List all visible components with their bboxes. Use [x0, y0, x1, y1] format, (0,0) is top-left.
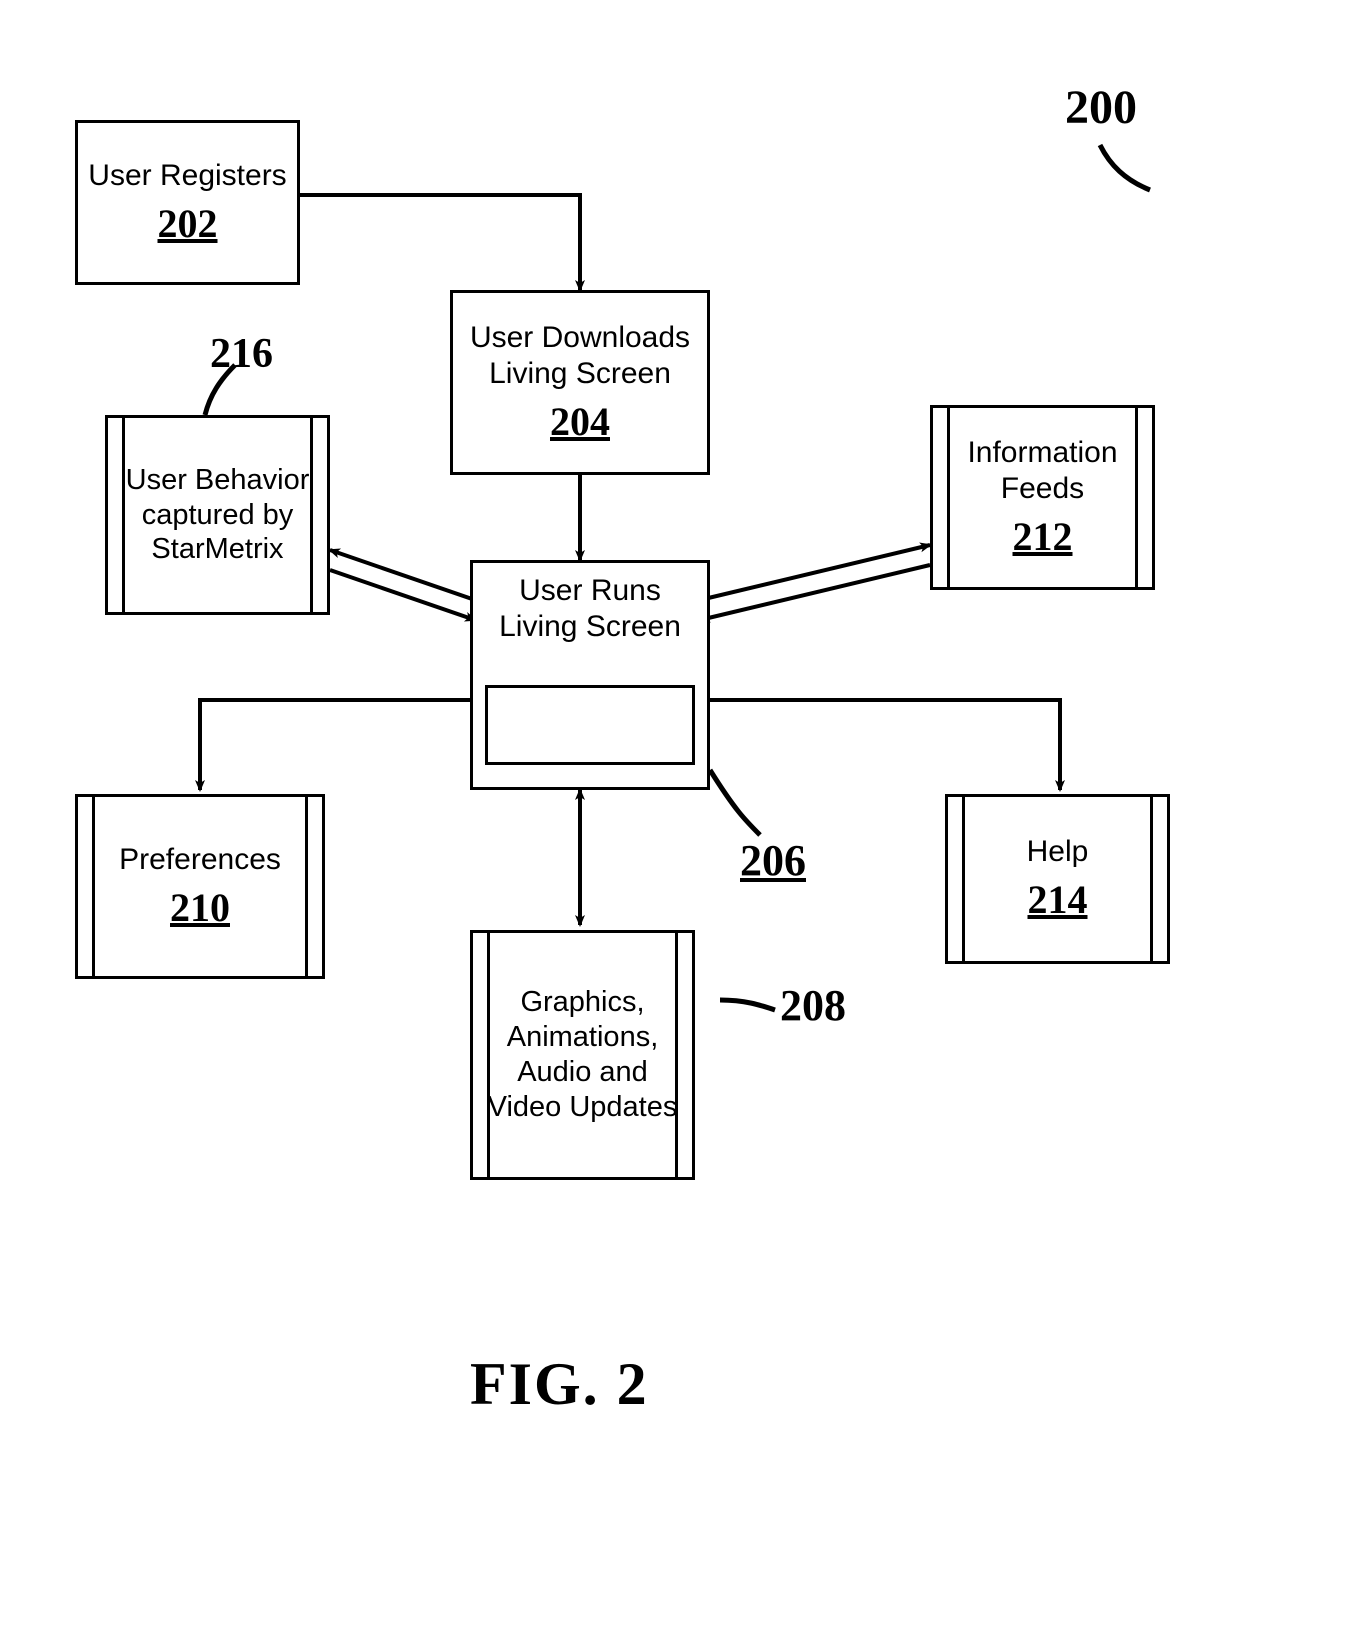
node-user-downloads: User Downloads Living Screen 204: [450, 290, 710, 475]
node-user-registers: User Registers 202: [75, 120, 300, 285]
node-title: User Behavior captured by StarMetrix: [114, 463, 321, 567]
node-title: User Runs Living Screen: [479, 573, 701, 645]
node-title: Information Feeds: [939, 435, 1146, 507]
node-title: User Registers: [88, 158, 286, 194]
node-user-behavior: User Behavior captured by StarMetrix: [105, 415, 330, 615]
node-ref: 212: [1013, 513, 1073, 561]
node-ref: 210: [170, 884, 230, 932]
node-ref-216: 216: [210, 330, 273, 378]
node-ref: 204: [550, 398, 610, 446]
figure-canvas: 200: [0, 0, 1372, 1649]
node-title: Preferences: [119, 842, 281, 878]
node-ref-206: 206: [740, 835, 806, 886]
node-user-runs-screen: [485, 685, 695, 765]
node-title: Graphics, Animations, Audio and Video Up…: [479, 985, 686, 1124]
node-ref: 214: [1028, 876, 1088, 924]
node-ref-208: 208: [780, 980, 846, 1031]
node-updates: Graphics, Animations, Audio and Video Up…: [470, 930, 695, 1180]
node-ref: 202: [158, 200, 218, 248]
node-title: Help: [1027, 834, 1089, 870]
node-preferences: Preferences 210: [75, 794, 325, 979]
figure-number: 200: [1065, 80, 1137, 135]
node-help: Help 214: [945, 794, 1170, 964]
node-title: User Downloads Living Screen: [459, 320, 701, 392]
node-info-feeds: Information Feeds 212: [930, 405, 1155, 590]
figure-caption: FIG. 2: [470, 1350, 649, 1419]
